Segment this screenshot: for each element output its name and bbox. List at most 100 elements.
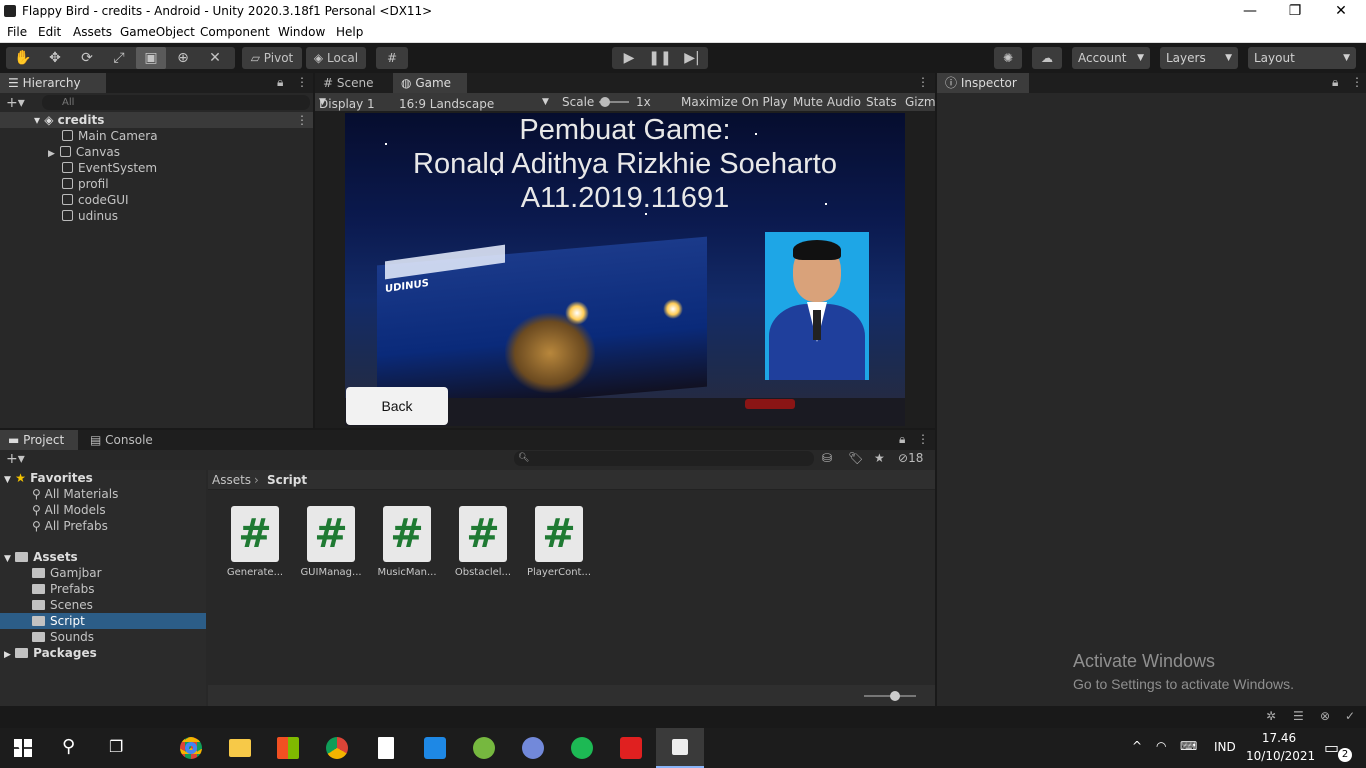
asset-folder[interactable]: Gamjbar [32,565,102,581]
script-file-label[interactable]: Generate... [217,567,293,578]
favorite-star-icon[interactable]: ★ [874,451,885,465]
script-file-icon[interactable]: # [307,506,355,562]
windows-start-icon[interactable] [14,739,32,757]
filter-label-icon[interactable]: 🏷︎ [848,451,863,465]
breadcrumb-assets[interactable]: Assets [212,473,251,487]
breadcrumb-script[interactable]: Script [267,473,307,487]
chrome-icon[interactable] [167,728,215,768]
scale-tool-icon[interactable]: ⤢ [104,47,134,69]
asset-folder[interactable]: Prefabs [32,581,95,597]
back-button[interactable]: Back [346,387,448,425]
custom-tool-icon[interactable]: ✕ [200,47,230,69]
layers-dropdown[interactable]: Layers ▼ [1160,47,1238,69]
asset-folder[interactable]: Scenes [32,597,93,613]
clock-time[interactable]: 17.46 [1250,731,1308,745]
hidden-packages-toggle[interactable]: ⊘18 [898,451,923,465]
menu-assets[interactable]: Assets [73,25,112,39]
collab-icon[interactable]: ✺ [994,47,1022,69]
hierarchy-item[interactable]: ▶ Canvas [0,144,313,160]
add-icon[interactable]: +▾ [6,451,25,467]
spotify-icon[interactable] [558,728,606,768]
chrome-profile-icon[interactable] [313,728,361,768]
task-view-icon[interactable]: ❐ [109,737,123,756]
debug-icon[interactable]: ✲ [1266,709,1276,723]
play-icon[interactable]: ▶ [614,47,644,69]
tab-project[interactable]: ▬ Project [0,430,78,450]
lock-icon[interactable]: 🔒︎ [277,75,283,90]
lock-icon[interactable]: 🔒︎ [899,432,905,447]
script-file-icon[interactable]: # [459,506,507,562]
tab-game[interactable]: ◍ Game [393,73,467,93]
hand-tool-icon[interactable]: ✋ [8,47,38,69]
script-file-icon[interactable]: # [535,506,583,562]
wifi-icon[interactable]: ◠ [1156,739,1166,753]
document-icon[interactable] [362,728,410,768]
collab-status-icon[interactable]: ⊗ [1320,709,1330,723]
hierarchy-item[interactable]: EventSystem [0,160,313,176]
add-icon[interactable]: +▾ [6,95,25,111]
cache-icon[interactable]: ☰ [1293,709,1304,723]
check-icon[interactable]: ✓ [1345,709,1355,723]
maximize-button[interactable]: ❐ [1272,0,1318,23]
notification-icon[interactable]: ▭ [1324,738,1339,757]
menu-component[interactable]: Component [200,25,270,39]
vscode-icon[interactable] [411,728,459,768]
scene-row[interactable]: ▾ ◈ credits [0,112,313,128]
more-options-icon[interactable]: ⋮ [917,75,929,89]
script-file-icon[interactable]: # [383,506,431,562]
favorites-header[interactable]: ▼ ★ Favorites [4,470,93,486]
tab-hierarchy[interactable]: ☰ Hierarchy [0,73,106,93]
lock-icon[interactable]: 🔒︎ [1332,75,1338,90]
assets-header[interactable]: ▼ Assets [4,549,78,565]
script-file-icon[interactable]: # [231,506,279,562]
hierarchy-item[interactable]: profil [0,176,313,192]
keyboard-icon[interactable]: ⌨ [1180,739,1197,753]
acrobat-icon[interactable] [607,728,655,768]
move-tool-icon[interactable]: ✥ [40,47,70,69]
tab-inspector[interactable]: ⓘ Inspector [937,73,1029,93]
script-file-label[interactable]: PlayerCont... [521,567,597,578]
tab-console[interactable]: ▤ Console [82,430,162,450]
chevron-up-icon[interactable]: ^ [1132,739,1142,753]
pause-icon[interactable]: ❚❚ [645,47,675,69]
tab-scene[interactable]: # Scene [315,73,391,93]
transform-tool-icon[interactable]: ⊕ [168,47,198,69]
favorite-item[interactable]: ⚲ All Materials [32,486,118,502]
favorite-item[interactable]: ⚲ All Models [32,502,106,518]
game-canvas[interactable]: UDINUS Pembuat Game: Ronald Adithya Rizk… [345,113,905,426]
gizmos-dropdown[interactable]: Gizm [905,95,936,109]
discord-icon[interactable] [509,728,557,768]
hierarchy-search-input[interactable]: All [42,95,310,110]
hierarchy-item[interactable]: udinus [0,208,313,224]
hierarchy-item[interactable]: codeGUI [0,192,313,208]
cloud-icon[interactable]: ☁ [1032,47,1062,69]
minimize-button[interactable]: — [1227,0,1273,23]
mute-audio-toggle[interactable]: Mute Audio [793,95,861,109]
microsoft-store-icon[interactable] [264,728,312,768]
more-options-icon[interactable]: ⋮ [917,432,929,446]
maximize-on-play-toggle[interactable]: Maximize On Play [681,95,788,109]
asset-folder-selected[interactable]: Script [0,613,206,629]
grid-snap-button[interactable]: # [376,47,408,69]
unity-taskbar-icon[interactable] [656,728,704,768]
menu-file[interactable]: File [7,25,27,39]
language-indicator[interactable]: IND [1214,740,1236,754]
step-icon[interactable]: ▶| [677,47,707,69]
stats-toggle[interactable]: Stats [866,95,897,109]
search-icon[interactable]: ⚲ [62,736,75,757]
filter-type-icon[interactable]: ⛁ [822,451,832,465]
scene-options-icon[interactable]: ⋮ [296,113,308,127]
scale-slider-handle[interactable] [600,97,610,107]
project-search-input[interactable]: 🔍︎ [514,451,814,466]
more-options-icon[interactable]: ⋮ [1351,75,1363,89]
local-toggle[interactable]: ◈ Local [306,47,366,69]
menu-edit[interactable]: Edit [38,25,61,39]
rotate-tool-icon[interactable]: ⟳ [72,47,102,69]
close-button[interactable]: ✕ [1318,0,1364,23]
favorite-item[interactable]: ⚲ All Prefabs [32,518,108,534]
packages-header[interactable]: ▶ Packages [4,645,97,661]
utorrent-icon[interactable] [460,728,508,768]
rect-tool-icon[interactable]: ▣ [136,47,166,69]
script-file-label[interactable]: Obstaclel... [445,567,521,578]
hierarchy-item[interactable]: Main Camera [0,128,313,144]
